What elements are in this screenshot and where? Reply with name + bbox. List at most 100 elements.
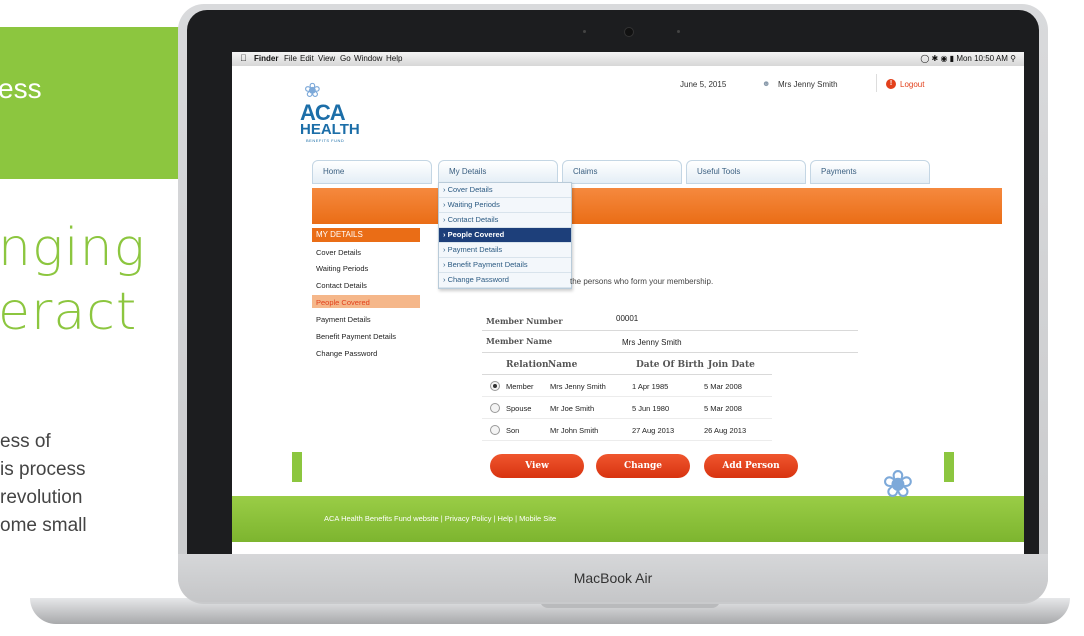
dropdown-item-payment-details[interactable]: › Payment Details — [439, 243, 571, 258]
cell-name: Mr John Smith — [550, 426, 599, 435]
mac-menubar:  Finder File Edit View Go Window Help ◯… — [232, 52, 1024, 66]
slide-body-line-3: revolution — [0, 487, 83, 508]
logout-icon[interactable]: ! — [886, 79, 896, 89]
row-radio[interactable] — [490, 381, 500, 391]
tab-payments[interactable]: Payments — [810, 160, 930, 184]
col-header-join-date: Join Date — [708, 360, 755, 370]
user-icon: ☻ — [762, 79, 771, 88]
menu-window[interactable]: Window — [354, 54, 382, 63]
slide-heading-fragment: ess — [0, 73, 42, 104]
menu-view[interactable]: View — [318, 54, 335, 63]
slide-body-line-4: ome small — [0, 515, 87, 536]
dropdown-item-benefit-payment-details[interactable]: › Benefit Payment Details — [439, 258, 571, 273]
tab-my-details[interactable]: My Details — [438, 160, 558, 184]
menu-file[interactable]: File — [284, 54, 297, 63]
member-number-value: 00001 — [616, 314, 639, 323]
dropdown-item-waiting-periods[interactable]: › Waiting Periods — [439, 198, 571, 213]
cell-dob: 27 Aug 2013 — [632, 426, 675, 435]
slide-accent-block: ess — [0, 27, 184, 179]
dropdown-item-people-covered[interactable]: › People Covered — [439, 228, 571, 243]
sidebar-item-people-covered[interactable]: People Covered — [316, 298, 370, 307]
header-divider — [482, 374, 772, 375]
logo-text-sub: BENEFITS FUND — [306, 138, 345, 143]
tab-useful-tools[interactable]: Useful Tools — [686, 160, 806, 184]
row-radio[interactable] — [490, 425, 500, 435]
apple-icon[interactable]:  — [240, 53, 247, 63]
cell-name: Mr Joe Smith — [550, 404, 595, 413]
cell-dob: 5 Jun 1980 — [632, 404, 670, 413]
table-row[interactable]: Spouse Mr Joe Smith 5 Jun 1980 5 Mar 200… — [482, 398, 772, 419]
col-header-relation: Relation — [506, 360, 549, 370]
laptop-screen:  Finder File Edit View Go Window Help ◯… — [232, 52, 1024, 554]
top-divider — [876, 74, 877, 92]
aca-health-logo[interactable]: ❀ ACA HEALTH BENEFITS FUND — [300, 78, 360, 144]
tab-label: Useful Tools — [697, 167, 741, 176]
footer-links[interactable]: ACA Health Benefits Fund website | Priva… — [324, 514, 556, 523]
sidebar-item-cover-details[interactable]: Cover Details — [316, 248, 361, 257]
sidebar-item-waiting-periods[interactable]: Waiting Periods — [316, 264, 368, 273]
green-accent-left — [292, 452, 302, 482]
slide-body-line-2: is process — [0, 459, 86, 480]
menu-help[interactable]: Help — [386, 54, 402, 63]
camera-icon — [624, 27, 634, 37]
cell-join-date: 26 Aug 2013 — [704, 426, 747, 435]
cell-relation: Spouse — [506, 404, 532, 413]
cell-relation: Member — [506, 382, 534, 391]
logout-link[interactable]: Logout — [900, 80, 924, 89]
spotlight-search-icon[interactable]: ⚲ — [1010, 54, 1016, 63]
cell-join-date: 5 Mar 2008 — [704, 404, 742, 413]
tab-label: My Details — [449, 167, 487, 176]
slide-big-word-1: nging — [0, 218, 146, 278]
green-accent-right — [944, 452, 954, 482]
my-details-dropdown: › Cover Details › Waiting Periods › Cont… — [438, 182, 572, 289]
table-row[interactable]: Member Mrs Jenny Smith 1 Apr 1985 5 Mar … — [482, 376, 772, 397]
sensor-dot — [677, 30, 680, 33]
dropdown-item-change-password[interactable]: › Change Password — [439, 273, 571, 288]
menubar-clock[interactable]: Mon 10:50 AM — [956, 54, 1008, 63]
dropdown-item-cover-details[interactable]: › Cover Details — [439, 183, 571, 198]
intro-text: the persons who form your membership. — [570, 277, 714, 286]
divider — [482, 330, 858, 331]
tab-home[interactable]: Home — [312, 160, 432, 184]
sensor-dot — [583, 30, 586, 33]
divider — [482, 352, 858, 353]
member-name-value: Mrs Jenny Smith — [622, 338, 682, 347]
slide-big-word-2: eract — [0, 282, 138, 342]
menu-go[interactable]: Go — [340, 54, 351, 63]
laptop-brand-label: MacBook Air — [573, 570, 653, 586]
tab-label: Payments — [821, 167, 857, 176]
col-header-name: Name — [548, 360, 578, 370]
cell-relation: Son — [506, 426, 520, 435]
view-button[interactable]: View — [490, 454, 584, 478]
butterfly-decoration-icon: ❀ — [882, 464, 914, 506]
menubar-status: ◯ ✱ ◉ ▮ Mon 10:50 AM ⚲ — [920, 54, 1016, 63]
cell-join-date: 5 Mar 2008 — [704, 382, 742, 391]
row-radio[interactable] — [490, 403, 500, 413]
dropdown-item-contact-details[interactable]: › Contact Details — [439, 213, 571, 228]
sidebar-item-contact-details[interactable]: Contact Details — [316, 281, 367, 290]
user-name: Mrs Jenny Smith — [778, 80, 838, 89]
table-row[interactable]: Son Mr John Smith 27 Aug 2013 26 Aug 201… — [482, 420, 772, 441]
change-button[interactable]: Change — [596, 454, 690, 478]
member-name-label: Member Name — [486, 336, 553, 346]
sidebar-heading: MY DETAILS — [312, 228, 420, 242]
orange-banner — [312, 188, 1002, 224]
tab-claims[interactable]: Claims — [562, 160, 682, 184]
menu-finder[interactable]: Finder — [254, 54, 278, 63]
current-date: June 5, 2015 — [680, 80, 727, 89]
cell-name: Mrs Jenny Smith — [550, 382, 606, 391]
sidebar-item-payment-details[interactable]: Payment Details — [316, 315, 371, 324]
menu-edit[interactable]: Edit — [300, 54, 314, 63]
logo-text-health: HEALTH — [300, 121, 360, 138]
add-person-button[interactable]: Add Person — [704, 454, 798, 478]
sidebar-item-change-password[interactable]: Change Password — [316, 349, 377, 358]
tab-label: Home — [323, 167, 345, 176]
sidebar-item-benefit-payment-details[interactable]: Benefit Payment Details — [316, 332, 396, 341]
wifi-icon[interactable]: ◯ ✱ ◉ ▮ — [920, 54, 954, 63]
slide-body-line-1: ess of — [0, 431, 51, 452]
cell-dob: 1 Apr 1985 — [632, 382, 669, 391]
col-header-dob: Date Of Birth — [636, 360, 704, 370]
member-number-label: Member Number — [486, 316, 563, 326]
tab-label: Claims — [573, 167, 598, 176]
laptop-chin: MacBook Air — [178, 554, 1048, 602]
